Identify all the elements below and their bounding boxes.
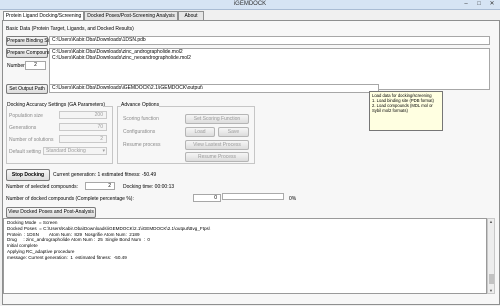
accuracy-label: Docking Accuracy Settings (GA Parameters… [7, 102, 106, 108]
docked-compounds-label: Number of docked compounds (Complete per… [6, 196, 134, 202]
scroll-thumb[interactable] [489, 274, 494, 284]
population-field[interactable]: 200 [59, 111, 107, 119]
number-field[interactable]: 2 [25, 61, 46, 70]
stop-docking-button[interactable]: Stop Docking [6, 169, 50, 181]
view-docked-poses-button[interactable]: View Docked Poses and Post-Analysis [6, 207, 96, 218]
scroll-up-icon[interactable]: ▲ [488, 219, 494, 224]
solutions-label: Number of solutions [9, 137, 54, 143]
maximize-button[interactable]: □ [473, 1, 485, 7]
configurations-label: Configurations [123, 129, 156, 135]
tooltip-line: Sybil mol2 formats) [372, 108, 408, 113]
prepare-binding-site-button[interactable]: Prepare Binding Site [6, 36, 53, 46]
docking-progress-bar [222, 193, 284, 200]
set-output-path-button[interactable]: Set Output Path [6, 84, 48, 94]
set-scoring-function-button[interactable]: Set Scoring Function [185, 114, 249, 124]
generations-label: Generations [9, 125, 37, 131]
resume-process-button[interactable]: Resume Process [185, 152, 249, 162]
default-setting-label: Default setting [9, 149, 41, 155]
compound-path: C:\Users\Kabir.Oba\Downloads\zinc_neoand… [52, 55, 191, 61]
log-scrollbar[interactable]: ▲ ▼ [487, 218, 495, 294]
resume-process-label: Resume process [123, 142, 161, 148]
basic-data-label: Basic Data (Protein Target, Ligands, and… [6, 26, 134, 32]
docking-time-text: Docking time: 00:00:13 [123, 184, 175, 190]
log-output[interactable]: Docking Mode = Screen Docked Poses = C:\… [3, 218, 487, 294]
window-title: iGEMDOCK [233, 1, 267, 7]
docked-compounds-field: 0 [193, 194, 221, 202]
number-label: Number [7, 63, 25, 69]
chevron-down-icon: ▾ [102, 148, 105, 154]
view-latest-process-button[interactable]: View Lastest Process [185, 140, 249, 150]
selected-compounds-field: 2 [85, 182, 115, 190]
close-button[interactable]: ✕ [486, 1, 498, 7]
population-label: Population size [9, 113, 43, 119]
output-path-field[interactable]: C:\Users\Kabir.Oba\Downloads\iGEMDOCK\2.… [49, 84, 379, 93]
tab-about[interactable]: About [178, 11, 204, 20]
prepare-compounds-button[interactable]: Prepare Compounds [6, 48, 53, 58]
save-config-button[interactable]: Save [218, 127, 249, 137]
default-setting-select[interactable]: Standard Docking ▾ [43, 147, 107, 155]
current-generation-text: Current generation: 1 estimated fitness:… [53, 172, 157, 178]
scroll-down-icon[interactable]: ▼ [488, 288, 494, 293]
generations-field[interactable]: 70 [59, 123, 107, 131]
percent-text: 0% [289, 196, 297, 202]
default-setting-value: Standard Docking [46, 148, 86, 154]
binding-site-path-field[interactable]: C:\Users\Kabir.Oba\Downloads\1DSN.pdb [49, 36, 490, 45]
load-config-button[interactable]: Load [185, 127, 215, 137]
tab-docked-poses[interactable]: Docked Poses/Post-Screening Analysis [84, 11, 178, 20]
scoring-function-label: Scoring function [123, 116, 159, 122]
advance-options-label: Advance Options [121, 102, 160, 108]
tooltip: Load data for docking/screening 1. Load … [369, 91, 443, 131]
selected-compounds-label: Number of selected compounds: [6, 184, 78, 190]
solutions-field[interactable]: 2 [59, 135, 107, 143]
log-line: message: Current generation: 1 estimated… [7, 254, 127, 260]
title-bar: iGEMDOCK – □ ✕ [0, 0, 500, 10]
minimize-button[interactable]: – [460, 1, 472, 7]
